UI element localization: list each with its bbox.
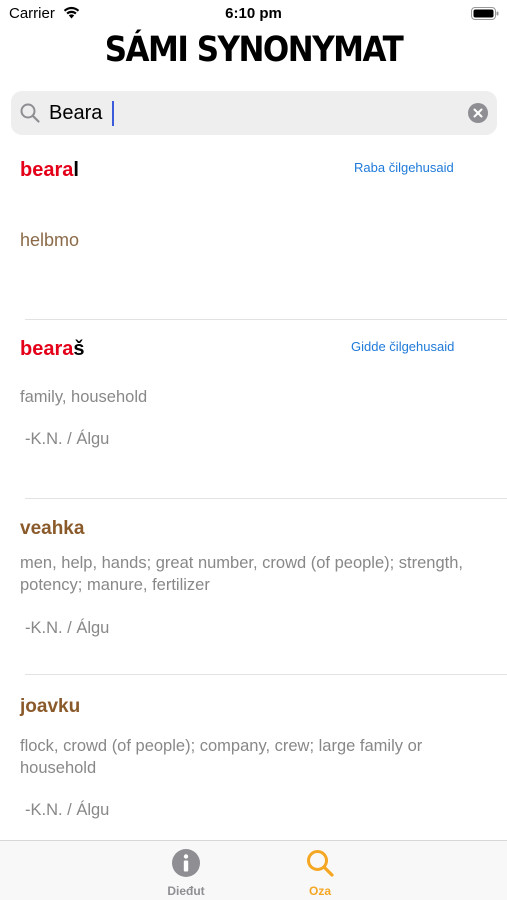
clear-icon[interactable] [468, 103, 488, 123]
conjugation-link[interactable]: Gidde čilgehusaid [351, 339, 454, 354]
text-caret [112, 101, 114, 126]
list-item[interactable]: veahka men, help, hands; great number, c… [0, 499, 507, 675]
entry-source: -K.N. / Álgu [25, 619, 110, 637]
entry-source: -K.N. / Álgu [25, 430, 110, 448]
status-time: 6:10 pm [225, 5, 282, 22]
entry-headword: veahka [20, 518, 85, 539]
entry-definition: family, household [20, 388, 148, 406]
list-item[interactable]: joavku flock, crowd (of people); company… [0, 675, 507, 840]
headword-match: beara [20, 159, 74, 181]
tab-dieđut[interactable]: Dieđut [156, 849, 216, 898]
headword-rest: l [73, 159, 79, 181]
search-bar[interactable] [11, 91, 497, 135]
headword-match: beara [20, 338, 74, 360]
entry-definition: men, help, hands; great number, crowd (o… [20, 554, 464, 594]
tab-label: Dieđut [167, 884, 205, 898]
list-item[interactable]: bearaš Gidde čilgehusaid family, househo… [0, 320, 507, 498]
headword-rest: š [73, 338, 85, 360]
entry-definition: flock, crowd (of people); company, crew;… [20, 737, 423, 777]
conjugation-link[interactable]: Raba čilgehusaid [354, 160, 454, 175]
tab-oza[interactable]: Oza [290, 849, 350, 898]
status-bar: Carrier 6:10 pm [0, 0, 507, 28]
info-icon [172, 849, 200, 877]
tab-label: Oza [308, 884, 331, 898]
entry-synonym: helbmo [20, 230, 80, 250]
entry-headword: bearal [20, 159, 79, 182]
search-icon [307, 850, 334, 877]
tab-bar: Dieđut Oza [0, 840, 507, 900]
battery-icon [471, 7, 499, 20]
entry-source: -K.N. / Álgu [25, 801, 110, 819]
list-item[interactable]: bearal Raba čilgehusaid helbmo [0, 145, 507, 320]
search-icon [20, 103, 40, 123]
search-input[interactable] [49, 98, 449, 128]
entry-headword: joavku [20, 696, 81, 717]
app-title: SÁMI SYNONYMAT [104, 29, 404, 71]
entry-headword: bearaš [20, 338, 85, 361]
